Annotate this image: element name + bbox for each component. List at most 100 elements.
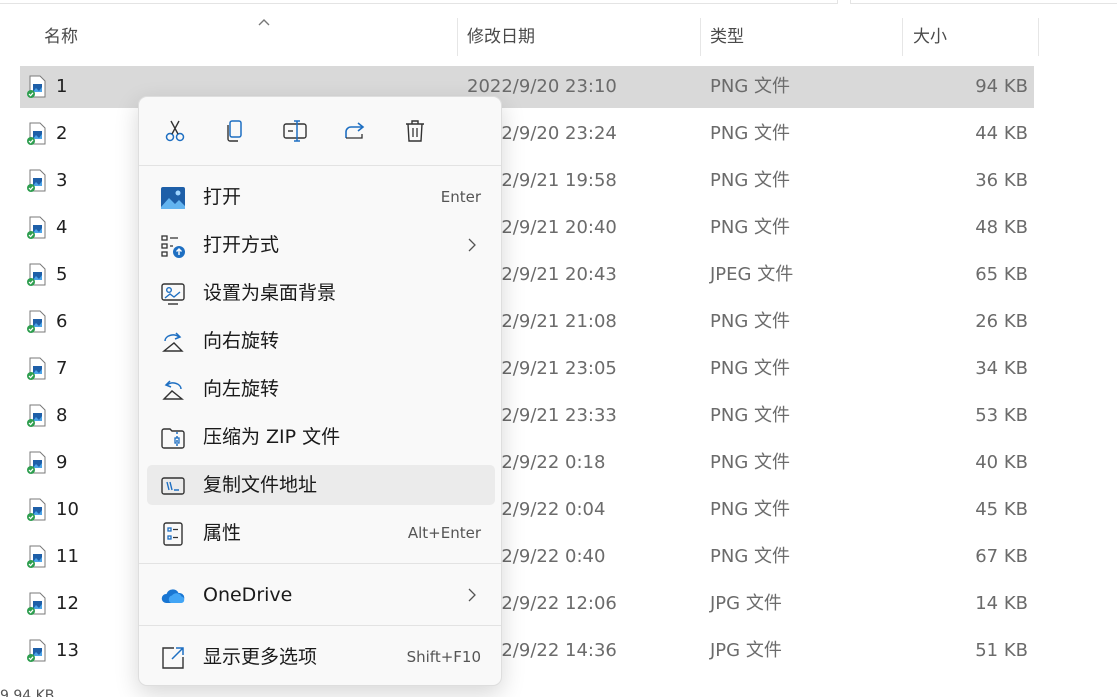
cut-icon	[165, 120, 185, 142]
column-size[interactable]: 大小	[913, 16, 947, 58]
address-bar-edge	[0, 0, 838, 4]
menu-item-compress-zip[interactable]: 压缩为 ZIP 文件	[147, 417, 495, 457]
png-file-icon	[27, 122, 46, 145]
file-size: 44 KB	[975, 123, 1028, 144]
delete-button[interactable]	[393, 111, 437, 151]
file-type: PNG 文件	[710, 499, 790, 520]
open-with-icon	[161, 235, 185, 258]
file-type: JPEG 文件	[710, 264, 794, 285]
chevron-right-icon	[468, 238, 476, 252]
copy-button[interactable]	[213, 111, 257, 151]
file-name: 13	[56, 640, 79, 661]
file-type: JPG 文件	[710, 593, 782, 614]
png-file-icon	[27, 404, 46, 427]
menu-item-label: 设置为桌面背景	[203, 282, 337, 304]
column-separator[interactable]	[1038, 18, 1039, 56]
column-separator[interactable]	[457, 18, 458, 56]
file-type: PNG 文件	[710, 123, 790, 144]
file-name: 4	[56, 217, 68, 238]
file-name: 8	[56, 405, 68, 426]
cut-button[interactable]	[153, 111, 197, 151]
zip-folder-icon	[161, 428, 185, 449]
column-separator[interactable]	[902, 18, 903, 56]
menu-item-label: 打开	[203, 186, 242, 208]
file-type: PNG 文件	[710, 311, 790, 332]
menu-item-open[interactable]: 打开 Enter	[147, 177, 495, 217]
file-name: 3	[56, 170, 68, 191]
png-file-icon	[27, 545, 46, 568]
rotate-right-icon	[162, 332, 184, 352]
file-size: 67 KB	[975, 546, 1028, 567]
copy-path-icon	[161, 477, 185, 495]
menu-item-label: 压缩为 ZIP 文件	[203, 426, 341, 448]
menu-item-rotate-right[interactable]: 向右旋转	[147, 321, 495, 361]
file-type: PNG 文件	[710, 546, 790, 567]
column-date[interactable]: 修改日期	[467, 16, 535, 58]
search-box-edge	[850, 0, 1117, 4]
file-size: 34 KB	[975, 358, 1028, 379]
column-header: 名称 修改日期 类型 大小	[20, 16, 1040, 58]
file-type: PNG 文件	[710, 405, 790, 426]
menu-item-label: 向右旋转	[203, 330, 280, 352]
menu-item-rotate-left[interactable]: 向左旋转	[147, 369, 495, 409]
menu-item-shortcut: Enter	[440, 188, 481, 206]
properties-icon	[163, 522, 183, 546]
png-file-icon	[27, 451, 46, 474]
file-name: 12	[56, 593, 79, 614]
file-size: 45 KB	[975, 499, 1028, 520]
status-bar-text: 9.94 KB	[0, 688, 55, 697]
file-size: 14 KB	[975, 593, 1028, 614]
png-file-icon	[27, 216, 46, 239]
png-file-icon	[27, 310, 46, 333]
share-button[interactable]	[333, 111, 377, 151]
file-type: JPG 文件	[710, 640, 782, 661]
file-name: 11	[56, 546, 79, 567]
file-size: 53 KB	[975, 405, 1028, 426]
menu-divider	[139, 625, 501, 626]
png-file-icon	[27, 498, 46, 521]
menu-item-copy-path[interactable]: 复制文件地址	[147, 465, 495, 505]
column-separator[interactable]	[700, 18, 701, 56]
menu-divider	[139, 563, 501, 564]
chevron-right-icon	[468, 588, 476, 602]
sort-ascending-icon[interactable]	[257, 16, 271, 28]
delete-icon	[406, 120, 424, 142]
wallpaper-icon	[161, 283, 185, 305]
menu-item-set-wallpaper[interactable]: 设置为桌面背景	[147, 273, 495, 313]
menu-item-open-with[interactable]: 打开方式	[147, 225, 495, 265]
file-name: 10	[56, 499, 79, 520]
file-type: PNG 文件	[710, 76, 790, 97]
menu-item-onedrive[interactable]: OneDrive	[147, 575, 495, 615]
menu-item-label: 向左旋转	[203, 378, 280, 400]
menu-item-more-options[interactable]: 显示更多选项 Shift+F10	[147, 637, 495, 677]
column-type[interactable]: 类型	[710, 16, 744, 58]
top-bar-edge	[0, 0, 1117, 4]
file-size: 51 KB	[975, 640, 1028, 661]
file-size: 26 KB	[975, 311, 1028, 332]
rotate-left-icon	[162, 380, 184, 400]
onedrive-icon	[161, 589, 185, 603]
menu-item-label: OneDrive	[203, 584, 293, 606]
menu-item-label: 属性	[203, 522, 242, 544]
png-file-icon	[27, 169, 46, 192]
jpg-file-icon	[27, 639, 46, 662]
file-size: 40 KB	[975, 452, 1028, 473]
file-size: 94 KB	[975, 76, 1028, 97]
rename-icon	[283, 120, 307, 142]
file-name: 9	[56, 452, 68, 473]
file-name: 2	[56, 123, 68, 144]
column-name[interactable]: 名称	[44, 16, 78, 58]
context-menu-toolbar	[153, 111, 473, 151]
more-options-icon	[162, 647, 184, 669]
file-name: 5	[56, 264, 68, 285]
copy-icon	[227, 120, 242, 142]
rename-button[interactable]	[273, 111, 317, 151]
menu-item-label: 打开方式	[203, 234, 280, 256]
context-menu: 打开 Enter 打开方式 设置为桌面背景 向右旋转 向左旋转 压缩为 ZIP …	[138, 96, 502, 686]
file-name: 6	[56, 311, 68, 332]
menu-item-shortcut: Alt+Enter	[407, 524, 481, 542]
file-type: PNG 文件	[710, 452, 790, 473]
menu-item-properties[interactable]: 属性 Alt+Enter	[147, 513, 495, 553]
menu-item-shortcut: Shift+F10	[406, 648, 481, 666]
jpeg-file-icon	[27, 263, 46, 286]
